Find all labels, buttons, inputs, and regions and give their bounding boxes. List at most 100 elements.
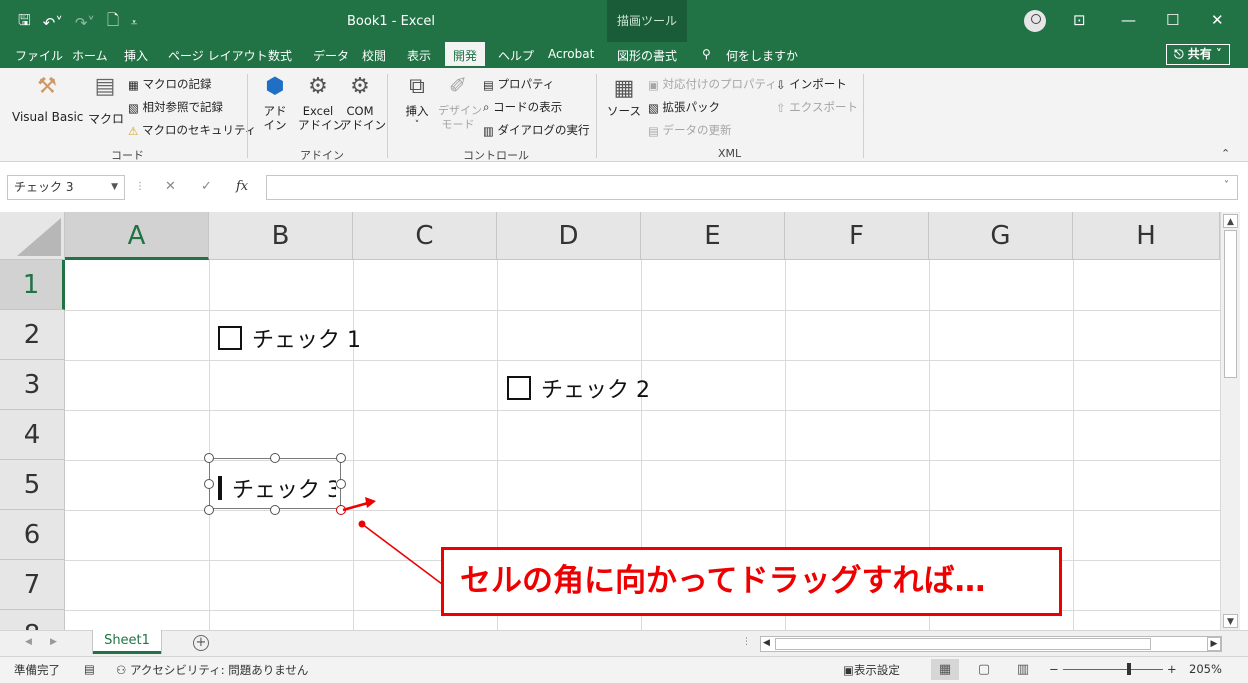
status-bar: 準備完了 ▤ ⚇ アクセシビリティ: 問題ありません ▣表示設定 ▦ ▢ ▥ −…: [0, 656, 1248, 683]
warning-icon: ⚠: [128, 123, 139, 138]
horizontal-scrollbar[interactable]: ◀: [760, 636, 1222, 652]
horizontal-scroll-thumb[interactable]: [775, 638, 1151, 650]
tab-acrobat[interactable]: Acrobat: [548, 47, 594, 61]
minimize-button[interactable]: —: [1121, 11, 1136, 29]
macro-button[interactable]: ▤ マクロ: [88, 74, 125, 127]
design-mode-button[interactable]: ✐ デザイン モード: [438, 74, 482, 132]
map-properties-button[interactable]: ▣ 対応付けのプロパティ: [648, 76, 777, 92]
expand-formula-bar-icon[interactable]: ˅: [1224, 180, 1229, 191]
vertical-scroll-thumb[interactable]: [1224, 230, 1237, 378]
tab-data[interactable]: データ: [313, 47, 349, 64]
name-box[interactable]: チェック 3 ▼: [7, 175, 125, 200]
ribbon-tabs: ファイル ホーム 挿入 ページ レイアウト 数式 データ 校閲 表示 開発 ヘル…: [0, 42, 1248, 68]
page-layout-view-icon[interactable]: ▢: [970, 659, 998, 680]
chevron-down-icon[interactable]: ▼: [111, 176, 118, 199]
share-label: 共有: [1187, 47, 1212, 61]
excel-addins-button[interactable]: ⚙ Excel アドイン: [298, 74, 344, 132]
insert-control-label: 挿入: [405, 104, 429, 118]
close-button[interactable]: ✕: [1211, 11, 1224, 29]
save-icon[interactable]: 🖫: [18, 10, 31, 35]
sheet-tab-sheet1[interactable]: Sheet1: [93, 630, 161, 654]
tab-shape-format[interactable]: 図形の書式: [617, 47, 677, 64]
com-addins-button[interactable]: ⚙ COM アドイン: [340, 74, 386, 132]
record-macro-label: マクロの記録: [142, 77, 212, 91]
zoom-out-button[interactable]: −: [1049, 662, 1059, 676]
collapse-ribbon-icon[interactable]: ⌃: [1221, 147, 1230, 160]
zoom-slider-thumb[interactable]: [1127, 663, 1131, 675]
tab-home[interactable]: ホーム: [72, 47, 108, 64]
view-code-button[interactable]: ⌕ コードの表示: [483, 99, 562, 115]
worksheet-grid[interactable]: A B C D E F G H 1 2 3 4 5 6 7 8 チェック 1 チ…: [0, 212, 1220, 630]
scroll-left-icon[interactable]: ◀: [763, 638, 770, 648]
sheet-tab-bar: ◀ ▶ Sheet1 + ⋮ ◀ ▶: [0, 630, 1248, 656]
visual-basic-icon: ⚒: [37, 74, 57, 99]
ribbon: ⚒ Visual Basic ▤ マクロ ▦ マクロの記録 ▧ 相対参照で記録 …: [0, 68, 1248, 162]
import-button[interactable]: ⇩ インポート: [776, 76, 847, 92]
addins-button[interactable]: ⬢ アド イン: [260, 74, 290, 132]
share-button[interactable]: ⎋ 共有 ˅: [1166, 44, 1230, 65]
group-separator: [596, 74, 597, 158]
xml-source-button[interactable]: ▦ ソース: [607, 76, 641, 118]
refresh-data-button[interactable]: ▤ データの更新: [648, 122, 732, 138]
ribbon-display-options-icon[interactable]: ⊡: [1073, 11, 1086, 29]
normal-view-icon[interactable]: ▦: [931, 659, 959, 680]
tab-developer[interactable]: 開発: [445, 42, 486, 68]
display-settings-label: 表示設定: [853, 663, 900, 677]
group-separator: [387, 74, 388, 158]
insert-function-icon[interactable]: fx: [236, 179, 248, 194]
tab-page-layout[interactable]: ページ レイアウト: [168, 47, 268, 64]
macro-record-icon[interactable]: ▤: [84, 662, 95, 676]
com-addins-label-1: COM: [346, 104, 374, 118]
relative-reference-button[interactable]: ▧ 相対参照で記録: [128, 99, 223, 115]
tab-view[interactable]: 表示: [407, 47, 431, 64]
redo-icon[interactable]: ↷˅: [75, 14, 95, 32]
add-sheet-button[interactable]: +: [193, 635, 209, 651]
macro-icon: ▤: [94, 74, 116, 99]
quick-access-toolbar: 🖫 ↶˅ ↷˅ 🗋 ⩡: [18, 10, 137, 35]
maximize-button[interactable]: ☐: [1166, 11, 1179, 29]
expansion-packs-button[interactable]: ▧ 拡張パック: [648, 99, 720, 115]
formula-bar: チェック 3 ▼ ⋮ ✕ ✓ fx ˅: [0, 162, 1248, 212]
page-break-view-icon[interactable]: ▥: [1009, 659, 1037, 680]
formula-input[interactable]: [266, 175, 1238, 200]
tab-insert[interactable]: 挿入: [124, 47, 148, 64]
tell-me-search[interactable]: 何をしますか: [726, 47, 798, 64]
more-options-icon: ⋮: [135, 181, 145, 192]
zoom-level[interactable]: 205%: [1189, 662, 1222, 676]
customize-qat-icon[interactable]: ⩡: [131, 16, 137, 30]
accessibility-label: アクセシビリティ: 問題ありません: [129, 663, 309, 677]
account-avatar-icon[interactable]: [1024, 10, 1046, 32]
enter-icon[interactable]: ✓: [201, 179, 212, 194]
accessibility-status[interactable]: ⚇ アクセシビリティ: 問題ありません: [116, 662, 308, 678]
tab-review[interactable]: 校閲: [362, 47, 386, 64]
tell-me-icon[interactable]: ⚲: [702, 47, 711, 61]
previous-sheet-icon[interactable]: ◀: [25, 637, 32, 647]
tab-help[interactable]: ヘルプ: [498, 47, 534, 64]
tab-formulas[interactable]: 数式: [268, 47, 292, 64]
export-button[interactable]: ⇧ エクスポート: [776, 99, 858, 115]
record-macro-button[interactable]: ▦ マクロの記録: [128, 76, 212, 92]
group-separator: [247, 74, 248, 158]
display-settings-icon: ▣: [843, 663, 854, 677]
properties-button[interactable]: ▤ プロパティ: [483, 76, 554, 92]
scroll-down-icon[interactable]: ▼: [1223, 614, 1238, 628]
scroll-right-icon[interactable]: ▶: [1207, 637, 1221, 651]
display-settings-button[interactable]: ▣表示設定: [843, 662, 900, 678]
visual-basic-button[interactable]: ⚒ Visual Basic: [12, 74, 83, 124]
cancel-icon[interactable]: ✕: [165, 179, 176, 194]
scroll-up-icon[interactable]: ▲: [1223, 214, 1238, 228]
macro-security-button[interactable]: ⚠ マクロのセキュリティ: [128, 122, 256, 138]
drag-arrow-head: [365, 497, 376, 508]
new-file-icon[interactable]: 🗋: [107, 10, 119, 35]
undo-icon[interactable]: ↶˅: [43, 14, 63, 32]
macro-label: マクロ: [88, 112, 125, 126]
vertical-scrollbar[interactable]: ▲ ▼: [1220, 212, 1240, 630]
document-title: Book1 - Excel: [347, 14, 436, 29]
zoom-slider[interactable]: [1063, 669, 1163, 670]
next-sheet-icon[interactable]: ▶: [50, 637, 57, 647]
insert-control-button[interactable]: ⧉ 挿入 ˅: [400, 74, 434, 132]
run-dialog-button[interactable]: ▥ ダイアログの実行: [483, 122, 590, 138]
tab-file[interactable]: ファイル: [15, 47, 63, 64]
splitter-handle-icon[interactable]: ⋮: [742, 637, 751, 647]
zoom-in-button[interactable]: +: [1167, 662, 1177, 676]
